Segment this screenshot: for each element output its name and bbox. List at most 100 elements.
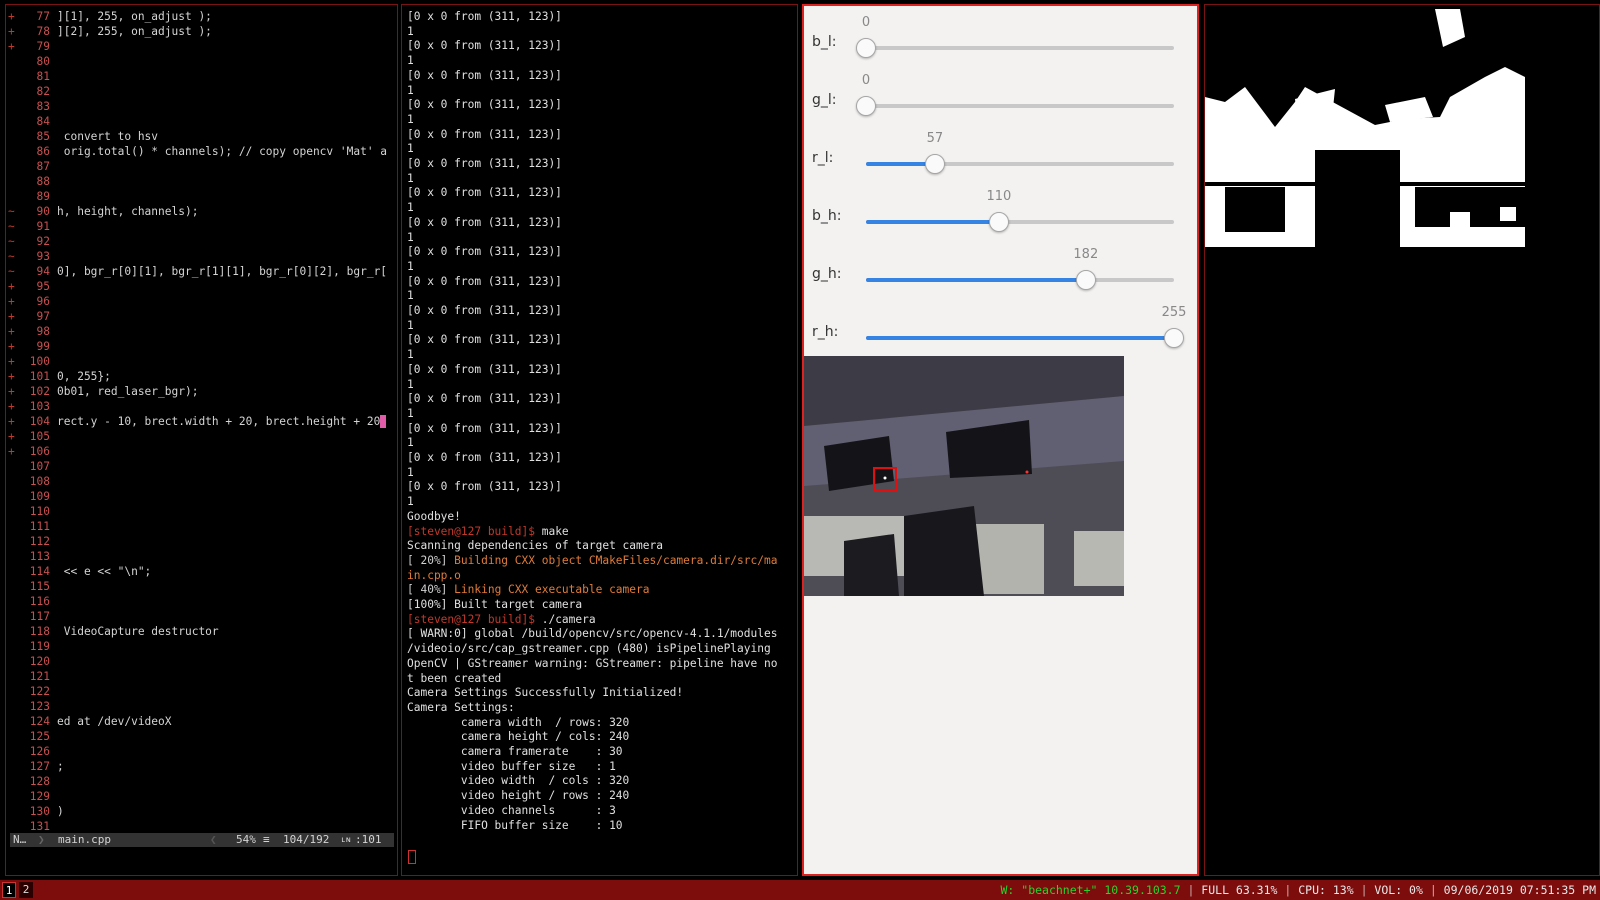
workspace-1-button[interactable]: 1 [2,882,16,898]
code-line[interactable]: 117 [6,609,397,624]
trackbar-slider[interactable] [856,38,1174,58]
trackbar-knob[interactable] [1075,270,1096,290]
code-line[interactable]: 84 [6,114,397,129]
code-line[interactable]: 89 [6,189,397,204]
code-line[interactable]: 127; [6,759,397,774]
trackbar-knob[interactable] [856,96,876,116]
code-line[interactable]: +97 [6,309,397,324]
code-line[interactable]: 88 [6,174,397,189]
code-line[interactable]: 108 [6,474,397,489]
line-number: 99 [36,340,50,353]
trackbar-knob[interactable] [988,212,1009,232]
terminal-output-line: [0 x 0 from (311, 123)] [407,186,562,200]
code-line[interactable]: 110 [6,504,397,519]
terminal-output-line: [ 20%] Building CXX object CMakeFiles/ca… [407,553,777,568]
code-line[interactable]: +95 [6,279,397,294]
code-line[interactable]: ~91 [6,219,397,234]
code-line[interactable]: 83 [6,99,397,114]
diff-marker: ~ [8,250,15,263]
trackbar-slider[interactable] [866,270,1174,290]
code-line[interactable]: ~94 0], bgr_r[0][1], bgr_r[1][1], bgr_r[0… [6,264,397,279]
diff-marker: + [8,415,15,428]
code-line[interactable]: 80 [6,54,397,69]
terminal-output-line: [0 x 0 from (311, 123)] [407,68,562,82]
trackbar-knob[interactable] [1164,328,1184,348]
line-number: 115 [29,580,50,593]
terminal-pane[interactable]: [0 x 0 from (311, 123)] 1 [0 x 0 from (311… [401,4,798,876]
code-line[interactable]: 121 [6,669,397,684]
statusline-position: 104/192 [283,833,330,846]
terminal-output-line: camera framerate : 30 [407,745,623,758]
code-line[interactable]: 85 convert to hsv [6,129,397,144]
statusline-percent: 54% [236,833,256,846]
code-line[interactable]: +106 [6,444,397,459]
terminal-output-line: [100%] Built target camera [407,598,583,611]
code-line[interactable]: 126 [6,744,397,759]
diff-marker: ~ [8,265,15,278]
line-number: 90 [36,205,50,218]
code-line[interactable]: +102 0b01, red_laser_bgr); [6,384,397,399]
code-line[interactable]: 120 [6,654,397,669]
code-line[interactable]: 111 [6,519,397,534]
code-line[interactable]: +96 [6,294,397,309]
line-number: 78 [36,25,50,38]
editor-pane[interactable]: +77][1], 255, on_adjust ); +78][2], 255, … [5,4,398,876]
trackbar-window[interactable]: b_l: 0 g_l: 0 r_l: 57 b_h: 110 g_h: 182 r_h: 255 [802,4,1199,876]
code-line[interactable]: +79 [6,39,397,54]
code-line[interactable]: 114 << e << "\n"; [6,564,397,579]
editor-lines[interactable]: +77][1], 255, on_adjust ); +78][2], 255, … [6,9,397,834]
build-progress: [ 20%] [407,553,455,567]
trackbar-slider[interactable] [856,96,1174,116]
code-line[interactable]: 87 [6,159,397,174]
code-line[interactable]: 107 [6,459,397,474]
trackbar-slider[interactable] [866,212,1174,232]
code-line[interactable]: 86 orig.total() * channels); // copy ope… [6,144,397,159]
trackbar-knob[interactable] [924,154,945,174]
code-line[interactable]: +103 [6,399,397,414]
code-line[interactable]: +105 [6,429,397,444]
code-line[interactable]: 131 [6,819,397,834]
line-number: 82 [36,85,50,98]
code-line[interactable]: 122 [6,684,397,699]
code-text: ed at /dev/videoX [57,715,172,728]
code-text: << e << "\n"; [57,565,152,578]
code-line[interactable]: +101 0, 255}; [6,369,397,384]
code-line[interactable]: 123 [6,699,397,714]
workspace-2-button[interactable]: 2 [19,882,33,898]
line-number: 81 [36,70,50,83]
code-line[interactable]: 116 [6,594,397,609]
code-line[interactable]: 130) [6,804,397,819]
trackbar-label: b_h: [812,208,842,224]
code-line[interactable]: +77][1], 255, on_adjust ); [6,9,397,24]
code-line[interactable]: 112 [6,534,397,549]
code-line[interactable]: +99 [6,339,397,354]
code-line[interactable]: 109 [6,489,397,504]
diff-marker: + [8,25,15,38]
line-number: 85 [36,130,50,143]
code-line[interactable]: 115 [6,579,397,594]
code-line[interactable]: 81 [6,69,397,84]
trackbar-slider[interactable] [866,328,1184,348]
code-line[interactable]: ~90 h, height, channels); [6,204,397,219]
trackbar-knob[interactable] [856,38,876,58]
line-number: 123 [29,700,50,713]
code-line[interactable]: +104 rect.y - 10, brect.width + 20, brect… [6,414,397,429]
code-line[interactable]: 125 [6,729,397,744]
code-line[interactable]: 124 ed at /dev/videoX [6,714,397,729]
line-number: 86 [36,145,50,158]
trackbar-slider[interactable] [866,154,1174,174]
code-line[interactable]: 113 [6,549,397,564]
code-line[interactable]: 82 [6,84,397,99]
code-line[interactable]: ~93 [6,249,397,264]
code-line[interactable]: ~92 [6,234,397,249]
code-line[interactable]: +78][2], 255, on_adjust ); [6,24,397,39]
code-line[interactable]: +100 [6,354,397,369]
code-line[interactable]: +98 [6,324,397,339]
line-number: 80 [36,55,50,68]
code-text: 0], bgr_r[0][1], bgr_r[1][1], bgr_r[0][2… [57,265,388,278]
line-number: 121 [29,670,50,683]
code-line[interactable]: 128 [6,774,397,789]
code-line[interactable]: 119 [6,639,397,654]
code-line[interactable]: 129 [6,789,397,804]
code-line[interactable]: 118 VideoCapture destructor [6,624,397,639]
